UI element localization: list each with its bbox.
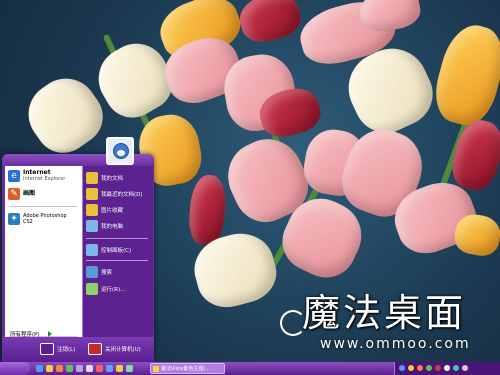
taskbar-window-button[interactable]: 魔法Vista紫色主题(... [150, 363, 225, 374]
documents-icon [86, 172, 98, 184]
program-subtitle: CS2 [23, 219, 33, 225]
paint-icon: ✎ [8, 188, 20, 200]
start-menu-programs-pane: e Internet Internet Explorer ✎ 画图 ✦ Adob… [5, 166, 82, 337]
start-menu-footer: 注销(L) 关闭计算机(U) [2, 337, 154, 362]
quicklaunch-ie-icon[interactable] [36, 365, 43, 372]
program-item-photoshop[interactable]: ✦ Adobe Photoshop CS2 [8, 213, 80, 225]
tray-app-icon[interactable] [462, 365, 468, 371]
control-panel-icon [86, 244, 98, 256]
power-icon [88, 343, 102, 355]
tulip-flower [235, 0, 305, 47]
shutdown-button[interactable]: 关闭计算机(U) [88, 343, 141, 355]
tray-app-icon[interactable] [426, 365, 432, 371]
taskbar-window-title: 魔法Vista紫色主题(... [161, 366, 211, 372]
start-menu-places-pane: 我的文档 我最近的文档(D) 图片收藏 我的电脑 控制面板(C) 搜索 运行(R… [82, 166, 153, 337]
system-separator [86, 260, 148, 261]
shutdown-label: 关闭计算机(U) [105, 347, 141, 353]
place-item-recent-documents[interactable]: 我最近的文档(D) [86, 188, 152, 200]
program-text: Adobe Photoshop CS2 [23, 213, 67, 225]
user-avatar[interactable] [106, 137, 134, 165]
computer-icon [86, 220, 98, 232]
tray-network-icon[interactable] [399, 365, 405, 371]
pictures-icon [86, 204, 98, 216]
system-tray [394, 362, 500, 375]
quicklaunch-desktop-icon[interactable] [66, 365, 73, 372]
folder-icon [153, 365, 159, 372]
program-item-paint[interactable]: ✎ 画图 [8, 188, 80, 200]
quicklaunch-media-icon[interactable] [56, 365, 63, 372]
run-icon [86, 283, 98, 295]
system-label: 运行(R)... [101, 287, 126, 293]
tray-app-icon[interactable] [408, 365, 414, 371]
place-label: 我的文档 [101, 176, 124, 182]
watermark-logo: 魔法桌面 www.ommoo.com [280, 280, 490, 360]
system-item-run[interactable]: 运行(R)... [86, 283, 152, 295]
places-separator [86, 238, 148, 239]
logoff-button[interactable]: 注销(L) [40, 343, 75, 355]
system-label: 搜索 [101, 270, 113, 276]
place-item-documents[interactable]: 我的文档 [86, 172, 152, 184]
quicklaunch-app-icon[interactable] [116, 365, 123, 372]
tulip-flower [428, 18, 500, 132]
tray-app-icon[interactable] [444, 365, 450, 371]
tray-app-icon[interactable] [435, 365, 441, 371]
search-icon [86, 266, 98, 278]
system-label: 控制面板(C) [101, 248, 132, 254]
place-item-computer[interactable]: 我的电脑 [86, 220, 152, 232]
tray-app-icon[interactable] [417, 365, 423, 371]
quicklaunch-app-icon[interactable] [76, 365, 83, 372]
start-button[interactable] [0, 362, 30, 375]
recent-documents-icon [86, 188, 98, 200]
logoff-label: 注销(L) [57, 347, 76, 353]
quicklaunch-app-icon[interactable] [106, 365, 113, 372]
photoshop-icon: ✦ [8, 213, 20, 225]
program-item-internet[interactable]: e Internet Internet Explorer [8, 170, 80, 182]
quicklaunch-app-icon[interactable] [126, 365, 133, 372]
pinned-separator [9, 206, 77, 207]
doraemon-avatar-icon [113, 143, 129, 159]
logo-text: 魔法桌面 [302, 291, 467, 335]
quicklaunch-app-icon[interactable] [96, 365, 103, 372]
program-text: Internet Internet Explorer [23, 170, 66, 183]
tray-volume-icon[interactable] [453, 365, 459, 371]
system-item-control-panel[interactable]: 控制面板(C) [86, 244, 152, 256]
tulip-flower [446, 115, 500, 195]
place-label: 图片收藏 [101, 208, 124, 214]
place-label: 我最近的文档(D) [101, 192, 143, 198]
tulip-flower [187, 173, 228, 247]
place-label: 我的电脑 [101, 224, 124, 230]
program-title: 画图 [23, 190, 36, 197]
place-item-pictures[interactable]: 图片收藏 [86, 204, 152, 216]
internet-explorer-icon: e [8, 170, 20, 182]
start-menu: e Internet Internet Explorer ✎ 画图 ✦ Adob… [2, 154, 154, 362]
program-subtitle: Internet Explorer [23, 176, 66, 182]
quicklaunch-folder-icon[interactable] [46, 365, 53, 372]
quicklaunch-app-icon[interactable] [86, 365, 93, 372]
taskbar: 魔法Vista紫色主题(... [0, 362, 500, 375]
logo-url: www.ommoo.com [320, 336, 471, 352]
system-item-search[interactable]: 搜索 [86, 266, 152, 278]
logoff-icon [40, 343, 54, 355]
